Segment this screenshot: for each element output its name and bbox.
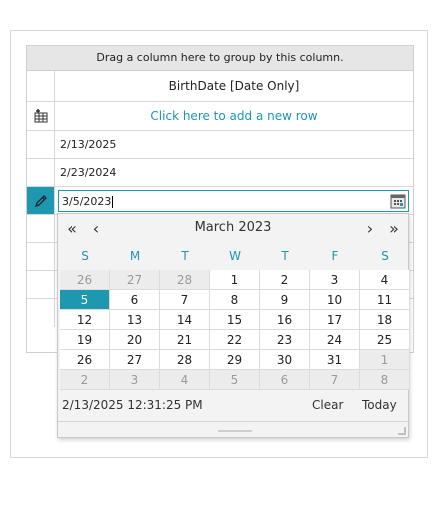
weekday-label: T — [181, 249, 189, 263]
row-indicator — [27, 131, 55, 158]
new-row[interactable]: Click here to add a new row — [27, 102, 413, 131]
popup-resize-bar[interactable] — [58, 421, 408, 437]
calendar-day[interactable]: 12 — [60, 310, 110, 330]
editing-row-indicator — [27, 187, 55, 214]
weekday-label: F — [331, 249, 339, 263]
calendar-day[interactable]: 2 — [60, 370, 110, 390]
calendar-day[interactable]: 7 — [160, 290, 210, 310]
calendar-day[interactable]: 1 — [210, 270, 260, 290]
birthdate-cell[interactable]: 2/13/2025 — [55, 131, 413, 158]
calendar-day[interactable]: 13 — [110, 310, 160, 330]
calendar-day[interactable]: 20 — [110, 330, 160, 350]
calendar-day[interactable]: 3 — [310, 270, 360, 290]
weekday-header: S M T W T F S — [60, 242, 410, 270]
next-month-button[interactable]: › — [360, 218, 380, 238]
next-year-button[interactable]: » — [384, 218, 404, 238]
weekday-label: S — [81, 249, 89, 263]
calendar-day[interactable]: 28 — [160, 350, 210, 370]
calendar-day[interactable]: 7 — [310, 370, 360, 390]
calendar-day[interactable]: 10 — [310, 290, 360, 310]
current-datetime: 2/13/2025 12:31:25 PM — [62, 398, 203, 412]
calendar-day[interactable]: 21 — [160, 330, 210, 350]
calendar-day[interactable]: 15 — [210, 310, 260, 330]
calendar-day[interactable]: 8 — [360, 370, 410, 390]
weekday-label: S — [381, 249, 389, 263]
row-indicator — [27, 159, 55, 186]
calendar-day[interactable]: 29 — [210, 350, 260, 370]
clear-button[interactable]: Clear — [312, 390, 343, 420]
row-indicator — [27, 271, 55, 298]
prev-month-button[interactable]: ‹ — [86, 218, 106, 238]
group-panel[interactable]: Drag a column here to group by this colu… — [27, 46, 413, 71]
weekday-label: M — [129, 249, 141, 263]
row-indicator — [27, 243, 55, 270]
calendar-footer: 2/13/2025 12:31:25 PM Clear Today — [58, 390, 408, 420]
date-editor-value: 3/5/2023 — [62, 194, 114, 208]
calendar-days-grid: 26 27 28 1 2 3 4 5 6 7 8 9 10 11 12 13 14 15 16 17 18 19 20 21 2… — [60, 270, 410, 390]
calendar-day[interactable]: 27 — [110, 350, 160, 370]
calendar-day[interactable]: 25 — [360, 330, 410, 350]
calendar-popup: « ‹ March 2023 › » S M T W T F S 26 27 28 1… — [57, 213, 410, 438]
calendar-day[interactable]: 6 — [110, 290, 160, 310]
calendar-day[interactable]: 28 — [160, 270, 210, 290]
month-title[interactable]: March 2023 — [118, 214, 348, 242]
calendar-day[interactable]: 8 — [210, 290, 260, 310]
calendar-day[interactable]: 11 — [360, 290, 410, 310]
calendar-navigation: « ‹ March 2023 › » — [58, 214, 408, 242]
pencil-icon — [34, 194, 47, 207]
table-row[interactable]: 2/23/2024 — [27, 159, 413, 187]
calendar-day[interactable]: 26 — [60, 350, 110, 370]
weekday-label: W — [229, 249, 241, 263]
calendar-day[interactable]: 5 — [210, 370, 260, 390]
calendar-day[interactable]: 19 — [60, 330, 110, 350]
birthdate-cell[interactable]: 2/23/2024 — [55, 159, 413, 186]
new-row-indicator — [27, 102, 55, 130]
today-button[interactable]: Today — [362, 390, 397, 420]
calendar-icon — [390, 194, 406, 209]
date-editor-input[interactable]: 3/5/2023 — [58, 190, 409, 212]
calendar-day[interactable]: 22 — [210, 330, 260, 350]
calendar-day[interactable]: 17 — [310, 310, 360, 330]
calendar-day-selected[interactable]: 5 — [60, 290, 110, 310]
new-row-link[interactable]: Click here to add a new row — [55, 102, 413, 130]
calendar-day[interactable]: 24 — [310, 330, 360, 350]
calendar-day[interactable]: 1 — [360, 350, 410, 370]
calendar-day[interactable]: 4 — [160, 370, 210, 390]
calendar-day[interactable]: 31 — [310, 350, 360, 370]
calendar-day[interactable]: 9 — [260, 290, 310, 310]
resize-grip-icon[interactable] — [398, 427, 406, 435]
header-indicator — [27, 71, 55, 101]
calendar-day[interactable]: 23 — [260, 330, 310, 350]
calendar-day[interactable]: 30 — [260, 350, 310, 370]
calendar-day[interactable]: 26 — [60, 270, 110, 290]
table-row[interactable]: 2/13/2025 — [27, 131, 413, 159]
calendar-day[interactable]: 6 — [260, 370, 310, 390]
add-row-icon — [34, 109, 47, 123]
calendar-day[interactable]: 3 — [110, 370, 160, 390]
row-indicator — [27, 215, 55, 242]
row-indicator — [27, 299, 55, 327]
weekday-label: T — [281, 249, 289, 263]
calendar-day[interactable]: 14 — [160, 310, 210, 330]
column-header-birthdate[interactable]: BirthDate [Date Only] — [55, 71, 413, 101]
calendar-day[interactable]: 2 — [260, 270, 310, 290]
calendar-day[interactable]: 27 — [110, 270, 160, 290]
prev-year-button[interactable]: « — [62, 218, 82, 238]
calendar-dropdown-button[interactable] — [390, 193, 406, 209]
column-header-row: BirthDate [Date Only] — [27, 71, 413, 102]
calendar-day[interactable]: 18 — [360, 310, 410, 330]
grip-handle[interactable] — [218, 430, 252, 432]
calendar-day[interactable]: 16 — [260, 310, 310, 330]
calendar-day[interactable]: 4 — [360, 270, 410, 290]
